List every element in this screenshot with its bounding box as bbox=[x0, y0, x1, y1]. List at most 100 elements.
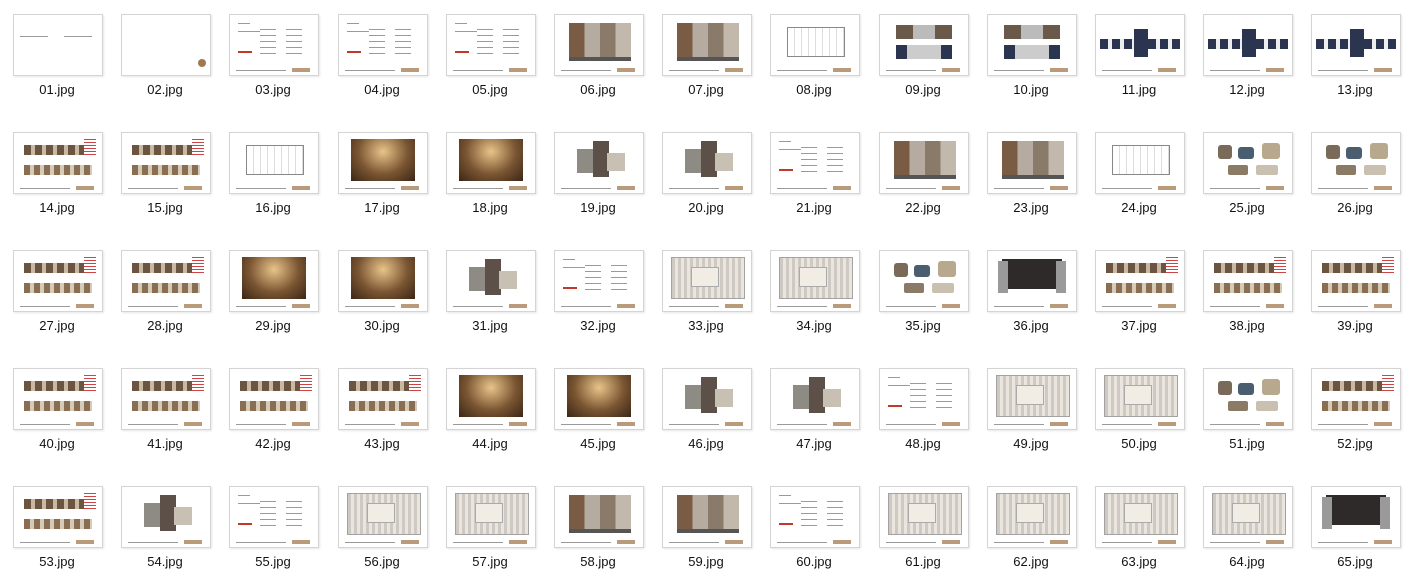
file-name-label[interactable]: 29.jpg bbox=[221, 318, 325, 333]
file-name-label[interactable]: 03.jpg bbox=[221, 82, 325, 97]
file-name-label[interactable]: 05.jpg bbox=[438, 82, 542, 97]
file-item[interactable]: 35.jpg bbox=[879, 250, 983, 350]
file-item[interactable]: 57.jpg bbox=[446, 486, 550, 586]
file-item[interactable]: 51.jpg bbox=[1203, 368, 1307, 468]
file-thumbnail[interactable] bbox=[879, 486, 969, 548]
file-item[interactable]: 17.jpg bbox=[338, 132, 442, 232]
file-name-label[interactable]: 53.jpg bbox=[5, 554, 109, 569]
file-thumbnail[interactable] bbox=[1311, 132, 1401, 194]
file-thumbnail[interactable] bbox=[229, 14, 319, 76]
file-name-label[interactable]: 44.jpg bbox=[438, 436, 542, 451]
file-item[interactable]: 41.jpg bbox=[121, 368, 225, 468]
file-item[interactable]: 01.jpg bbox=[13, 14, 117, 114]
file-item[interactable]: 46.jpg bbox=[662, 368, 766, 468]
file-thumbnail[interactable] bbox=[121, 368, 211, 430]
file-item[interactable]: 60.jpg bbox=[770, 486, 874, 586]
file-name-label[interactable]: 32.jpg bbox=[546, 318, 650, 333]
file-item[interactable]: 48.jpg bbox=[879, 368, 983, 468]
file-item[interactable]: 27.jpg bbox=[13, 250, 117, 350]
file-thumbnail[interactable] bbox=[13, 368, 103, 430]
file-item[interactable]: 05.jpg bbox=[446, 14, 550, 114]
file-name-label[interactable]: 34.jpg bbox=[762, 318, 866, 333]
file-item[interactable]: 14.jpg bbox=[13, 132, 117, 232]
file-name-label[interactable]: 24.jpg bbox=[1087, 200, 1191, 215]
file-name-label[interactable]: 17.jpg bbox=[330, 200, 434, 215]
file-item[interactable]: 25.jpg bbox=[1203, 132, 1307, 232]
file-item[interactable]: 43.jpg bbox=[338, 368, 442, 468]
file-item[interactable]: 36.jpg bbox=[987, 250, 1091, 350]
file-thumbnail[interactable] bbox=[338, 132, 428, 194]
file-name-label[interactable]: 55.jpg bbox=[221, 554, 325, 569]
file-item[interactable]: 39.jpg bbox=[1311, 250, 1408, 350]
file-name-label[interactable]: 57.jpg bbox=[438, 554, 542, 569]
file-name-label[interactable]: 06.jpg bbox=[546, 82, 650, 97]
file-thumbnail[interactable] bbox=[446, 486, 536, 548]
file-name-label[interactable]: 49.jpg bbox=[979, 436, 1083, 451]
file-thumbnail[interactable] bbox=[338, 486, 428, 548]
file-item[interactable]: 54.jpg bbox=[121, 486, 225, 586]
file-thumbnail[interactable] bbox=[13, 250, 103, 312]
file-item[interactable]: 08.jpg bbox=[770, 14, 874, 114]
file-name-label[interactable]: 02.jpg bbox=[113, 82, 217, 97]
file-item[interactable]: 28.jpg bbox=[121, 250, 225, 350]
file-name-label[interactable]: 21.jpg bbox=[762, 200, 866, 215]
file-thumbnail[interactable] bbox=[446, 250, 536, 312]
file-name-label[interactable]: 48.jpg bbox=[871, 436, 975, 451]
file-name-label[interactable]: 12.jpg bbox=[1195, 82, 1299, 97]
file-item[interactable]: 62.jpg bbox=[987, 486, 1091, 586]
file-name-label[interactable]: 33.jpg bbox=[654, 318, 758, 333]
file-item[interactable]: 22.jpg bbox=[879, 132, 983, 232]
file-name-label[interactable]: 52.jpg bbox=[1303, 436, 1407, 451]
file-thumbnail[interactable] bbox=[1203, 486, 1293, 548]
file-thumbnail[interactable] bbox=[121, 132, 211, 194]
file-name-label[interactable]: 54.jpg bbox=[113, 554, 217, 569]
file-name-label[interactable]: 09.jpg bbox=[871, 82, 975, 97]
file-name-label[interactable]: 61.jpg bbox=[871, 554, 975, 569]
file-name-label[interactable]: 04.jpg bbox=[330, 82, 434, 97]
file-name-label[interactable]: 36.jpg bbox=[979, 318, 1083, 333]
file-item[interactable]: 58.jpg bbox=[554, 486, 658, 586]
file-name-label[interactable]: 60.jpg bbox=[762, 554, 866, 569]
file-thumbnail[interactable] bbox=[13, 486, 103, 548]
file-item[interactable]: 64.jpg bbox=[1203, 486, 1307, 586]
file-item[interactable]: 11.jpg bbox=[1095, 14, 1199, 114]
file-thumbnail[interactable] bbox=[1311, 368, 1401, 430]
file-name-label[interactable]: 26.jpg bbox=[1303, 200, 1407, 215]
file-thumbnail[interactable] bbox=[879, 132, 969, 194]
file-item[interactable]: 49.jpg bbox=[987, 368, 1091, 468]
file-item[interactable]: 31.jpg bbox=[446, 250, 550, 350]
file-thumbnail[interactable] bbox=[1095, 14, 1185, 76]
file-name-label[interactable]: 18.jpg bbox=[438, 200, 542, 215]
file-thumbnail[interactable] bbox=[987, 368, 1077, 430]
file-name-label[interactable]: 08.jpg bbox=[762, 82, 866, 97]
file-thumbnail[interactable] bbox=[1311, 250, 1401, 312]
file-name-label[interactable]: 37.jpg bbox=[1087, 318, 1191, 333]
file-item[interactable]: 03.jpg bbox=[229, 14, 333, 114]
file-thumbnail[interactable] bbox=[879, 250, 969, 312]
file-name-label[interactable]: 30.jpg bbox=[330, 318, 434, 333]
file-item[interactable]: 44.jpg bbox=[446, 368, 550, 468]
file-item[interactable]: 40.jpg bbox=[13, 368, 117, 468]
file-item[interactable]: 13.jpg bbox=[1311, 14, 1408, 114]
file-item[interactable]: 50.jpg bbox=[1095, 368, 1199, 468]
file-name-label[interactable]: 01.jpg bbox=[5, 82, 109, 97]
file-name-label[interactable]: 64.jpg bbox=[1195, 554, 1299, 569]
file-name-label[interactable]: 31.jpg bbox=[438, 318, 542, 333]
file-thumbnail[interactable] bbox=[770, 132, 860, 194]
file-thumbnail[interactable] bbox=[338, 368, 428, 430]
file-item[interactable]: 34.jpg bbox=[770, 250, 874, 350]
file-thumbnail[interactable] bbox=[1203, 250, 1293, 312]
file-name-label[interactable]: 22.jpg bbox=[871, 200, 975, 215]
file-name-label[interactable]: 42.jpg bbox=[221, 436, 325, 451]
file-item[interactable]: 21.jpg bbox=[770, 132, 874, 232]
file-name-label[interactable]: 62.jpg bbox=[979, 554, 1083, 569]
file-name-label[interactable]: 25.jpg bbox=[1195, 200, 1299, 215]
file-thumbnail[interactable] bbox=[554, 132, 644, 194]
file-thumbnail[interactable] bbox=[987, 132, 1077, 194]
file-thumbnail[interactable] bbox=[13, 132, 103, 194]
file-name-label[interactable]: 20.jpg bbox=[654, 200, 758, 215]
file-thumbnail[interactable] bbox=[229, 368, 319, 430]
file-name-label[interactable]: 56.jpg bbox=[330, 554, 434, 569]
file-thumbnail[interactable] bbox=[1311, 14, 1401, 76]
file-name-label[interactable]: 50.jpg bbox=[1087, 436, 1191, 451]
